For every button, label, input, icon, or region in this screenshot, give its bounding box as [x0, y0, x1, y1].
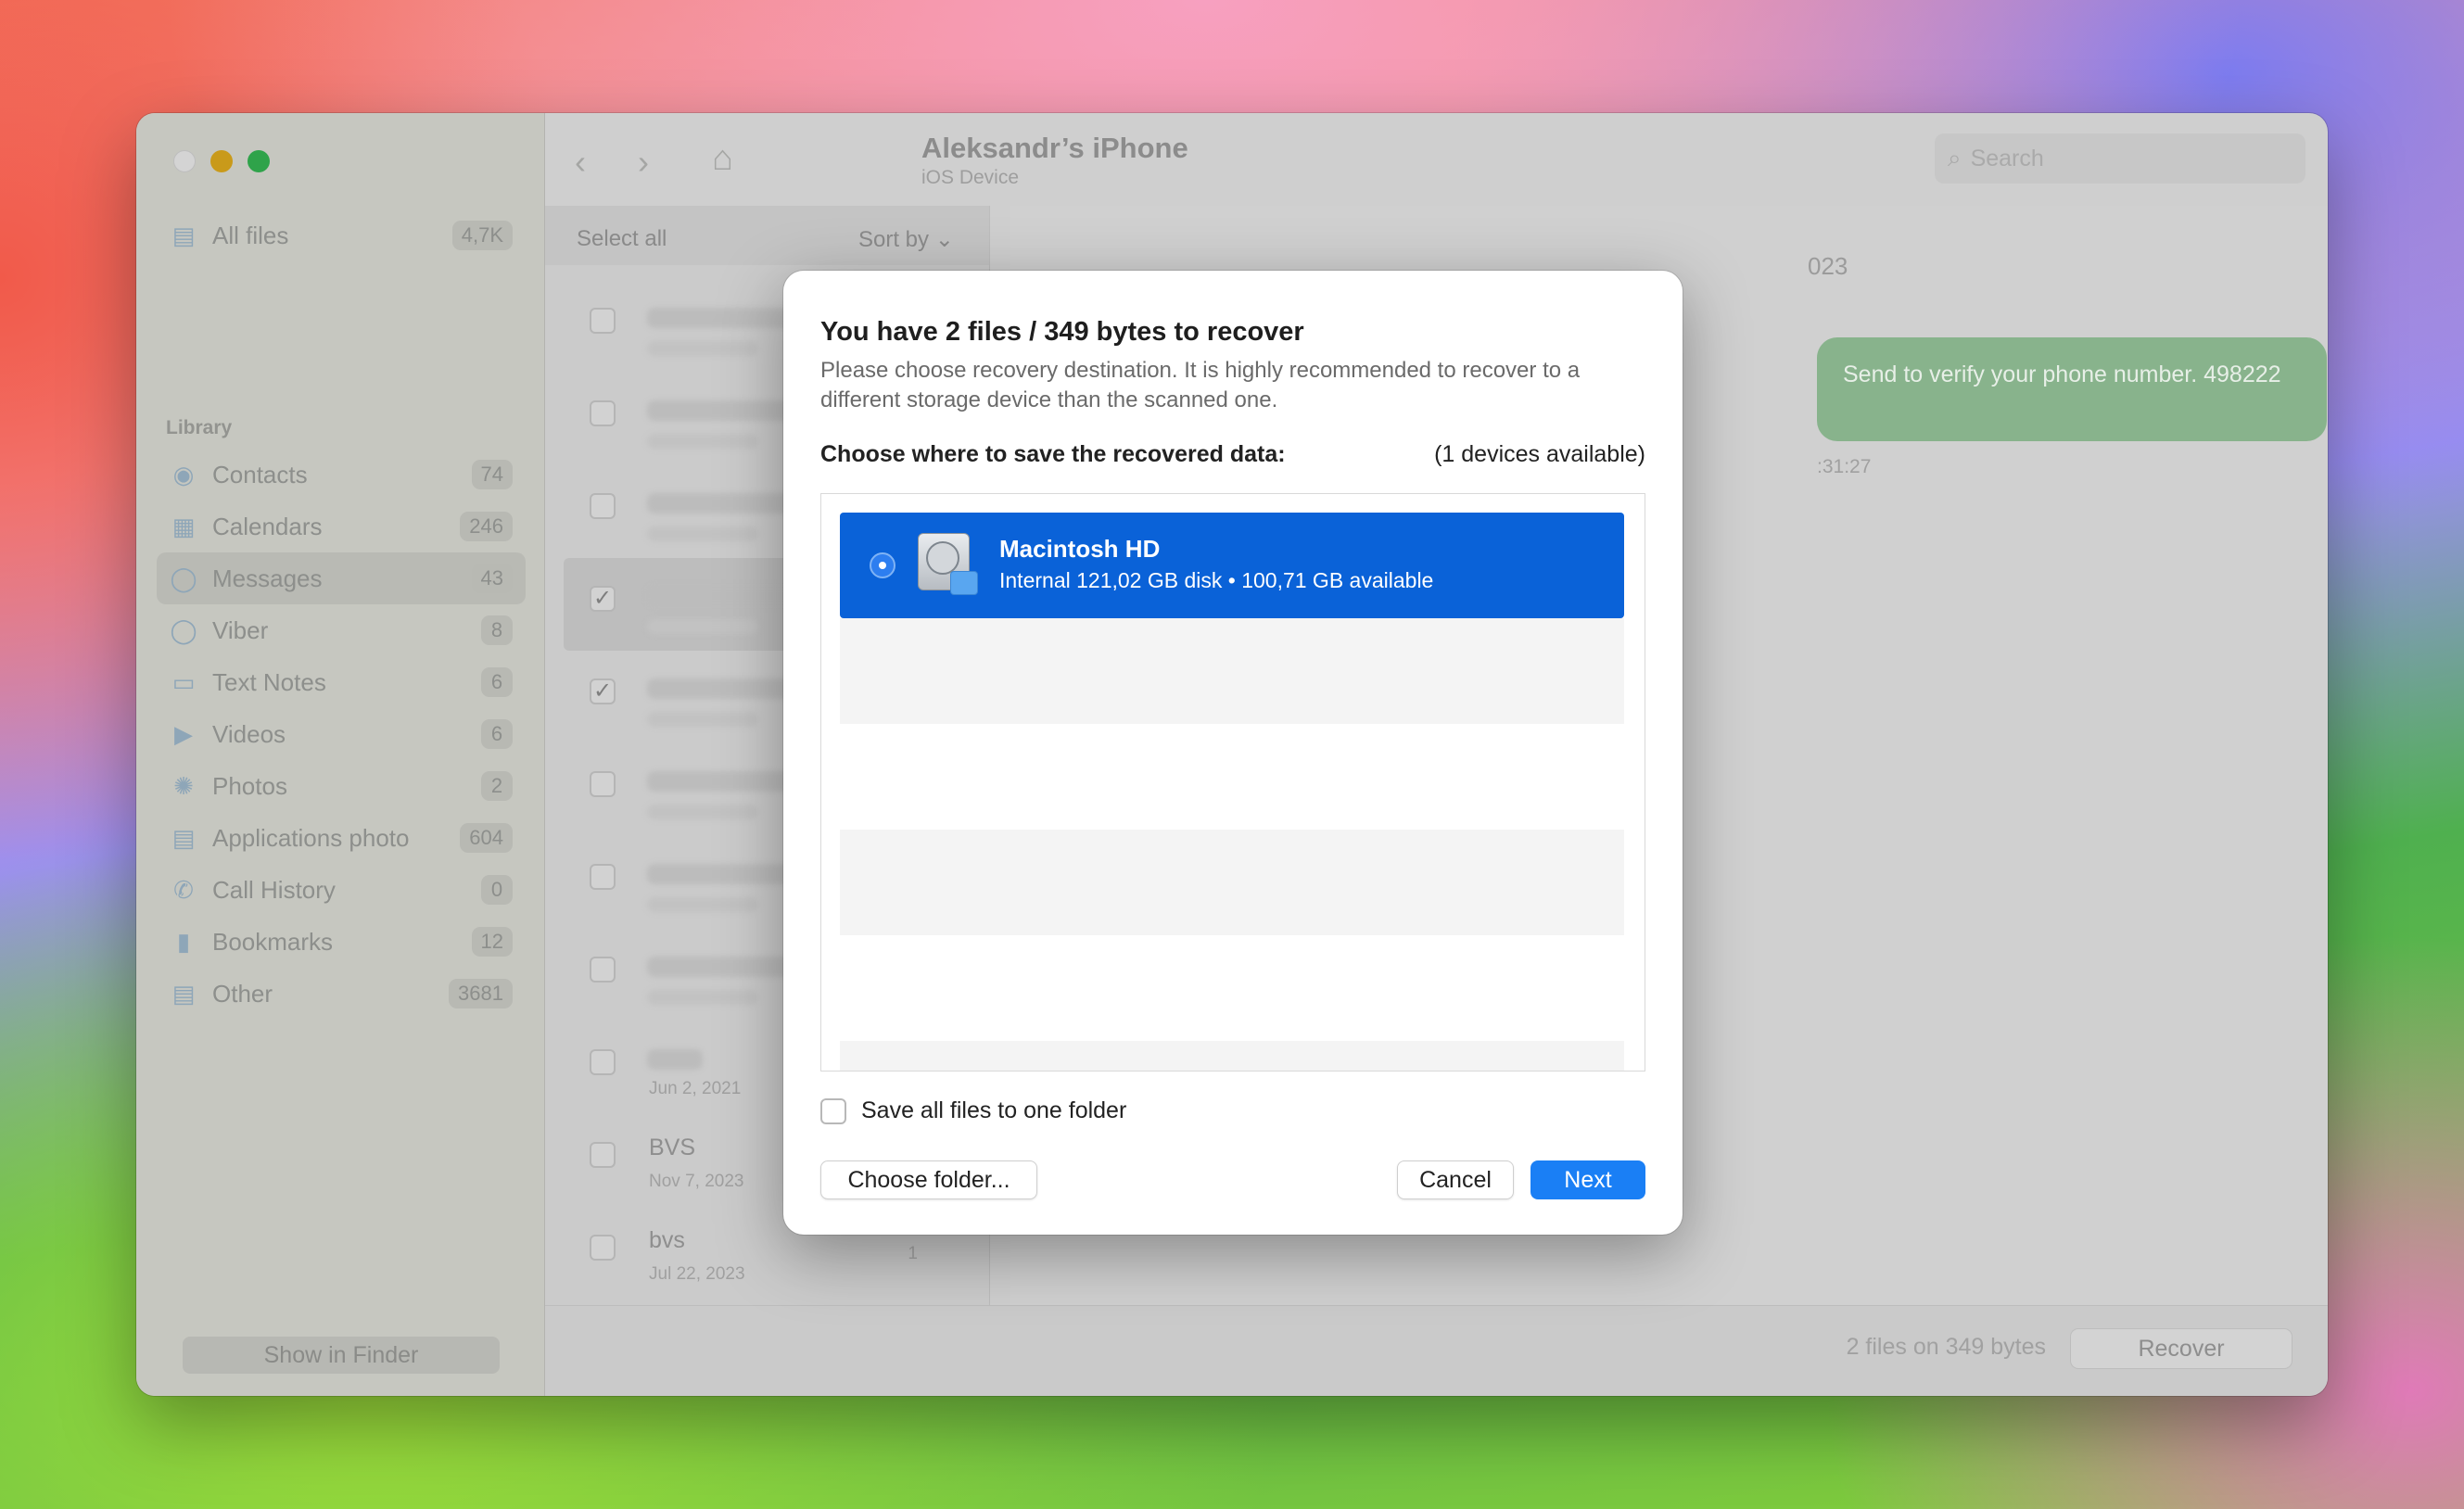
blurred-name [647, 864, 795, 884]
search-placeholder: Search [1970, 145, 2044, 171]
empty-device-slot [840, 1041, 1624, 1071]
list-header: Select all Sort by ⌄ [545, 206, 989, 265]
hard-disk-icon [918, 533, 978, 595]
files-summary: 2 files on 349 bytes [1846, 1334, 2046, 1360]
empty-device-slot [840, 830, 1624, 935]
maximize-window-button[interactable] [248, 150, 270, 172]
conversation-date: 023 [1808, 252, 1848, 280]
files-icon: ▤ [171, 221, 196, 249]
blurred-date [647, 434, 758, 449]
sidebar-item-text-notes[interactable]: ▭ Text Notes 6 [157, 656, 526, 708]
row-checkbox[interactable] [590, 400, 616, 426]
row-checkbox[interactable] [590, 1235, 616, 1261]
sidebar-item-contacts[interactable]: ◉ Contacts 74 [157, 449, 526, 501]
sidebar-item-calendars[interactable]: ▦ Calendars 246 [157, 501, 526, 552]
row-checkbox-checked[interactable]: ✓ [590, 586, 616, 612]
blurred-date [647, 990, 758, 1005]
blurred-name [647, 678, 795, 699]
footer-bar: 2 files on 349 bytes Recover [545, 1305, 2328, 1396]
blurred-date [647, 712, 758, 727]
search-input[interactable]: ⌕ Search [1935, 133, 2305, 184]
device-title: Aleksandr’s iPhone [921, 132, 1188, 164]
search-icon: ⌕ [1948, 144, 1962, 171]
close-window-button[interactable] [173, 150, 196, 172]
blurred-name [647, 586, 795, 606]
forward-arrow-icon[interactable]: › [638, 143, 649, 182]
phone-icon: ✆ [173, 875, 194, 904]
calendar-icon: ▦ [171, 512, 196, 540]
contacts-icon: ◉ [172, 460, 195, 488]
next-button[interactable]: Next [1530, 1160, 1645, 1199]
blurred-date [647, 526, 758, 541]
bookmark-icon: ▮ [176, 927, 191, 956]
blurred-date [647, 619, 758, 634]
sidebar-item-bookmarks[interactable]: ▮ Bookmarks 12 [157, 916, 526, 968]
toolbar: ‹ › ⌂ Aleksandr’s iPhone iOS Device ⌕ Se… [545, 113, 2328, 206]
device-subtitle: iOS Device [921, 167, 1020, 188]
device-list: Macintosh HD Internal 121,02 GB disk • 1… [820, 493, 1645, 1072]
device-item-macintosh-hd[interactable]: Macintosh HD Internal 121,02 GB disk • 1… [840, 513, 1624, 618]
chevron-down-icon: ⌄ [934, 227, 954, 252]
row-checkbox[interactable] [590, 308, 616, 334]
sidebar-item-videos[interactable]: ▶ Videos 6 [157, 708, 526, 760]
row-checkbox-checked[interactable]: ✓ [590, 678, 616, 704]
row-checkbox[interactable] [590, 957, 616, 983]
app-photo-icon: ▤ [171, 823, 196, 852]
window-controls [173, 150, 270, 172]
devices-available-label: (1 devices available) [1434, 441, 1645, 467]
other-icon: ▤ [171, 979, 196, 1008]
device-name: Macintosh HD [999, 535, 1161, 563]
blurred-name [647, 308, 795, 328]
sidebar-item-other[interactable]: ▤ Other 3681 [157, 968, 526, 1020]
sidebar: ▤ All files 4,7K Library ◉ Contacts 74 ▦… [136, 113, 545, 1396]
sidebar-item-photos[interactable]: ✺ Photos 2 [157, 760, 526, 812]
video-icon: ▶ [174, 719, 193, 748]
sidebar-item-viber[interactable]: ◯ Viber 8 [157, 604, 526, 656]
blurred-name [647, 957, 795, 977]
checkbox[interactable] [820, 1097, 846, 1124]
recover-button[interactable]: Recover [2070, 1328, 2293, 1369]
blurred-date [647, 805, 758, 819]
dialog-title: You have 2 files / 349 bytes to recover [820, 317, 1304, 347]
row-checkbox[interactable] [590, 1142, 616, 1168]
sidebar-section-library: Library [166, 417, 233, 438]
dialog-description: Please choose recovery destination. It i… [820, 358, 1581, 412]
sidebar-item-messages[interactable]: ◯ Messages 43 [157, 552, 526, 604]
back-arrow-icon[interactable]: ‹ [575, 143, 586, 182]
sort-by-button[interactable]: Sort by ⌄ [858, 226, 954, 253]
cancel-button[interactable]: Cancel [1397, 1160, 1514, 1199]
empty-device-slot [840, 618, 1624, 724]
row-checkbox[interactable] [590, 1049, 616, 1075]
blurred-name [647, 400, 795, 421]
notes-icon: ▭ [171, 667, 196, 696]
row-checkbox[interactable] [590, 493, 616, 519]
home-icon[interactable]: ⌂ [712, 139, 733, 179]
sidebar-item-applications-photo[interactable]: ▤ Applications photo 604 [157, 812, 526, 864]
message-bubble: Send to verify your phone number. 498222 [1817, 337, 2327, 441]
blurred-name [647, 493, 795, 514]
blurred-date [647, 341, 758, 356]
message-time: :31:27 [1817, 456, 1872, 477]
device-info: Internal 121,02 GB disk • 100,71 GB avai… [999, 568, 1434, 592]
viber-icon: ◯ [170, 615, 197, 644]
row-checkbox[interactable] [590, 864, 616, 890]
minimize-window-button[interactable] [210, 150, 233, 172]
save-one-folder-checkbox[interactable]: Save all files to one folder [820, 1097, 1126, 1124]
device-radio-selected[interactable] [870, 552, 895, 578]
recovery-dialog: You have 2 files / 349 bytes to recover … [783, 271, 1683, 1235]
blurred-name [647, 1049, 703, 1070]
select-all-button[interactable]: Select all [577, 226, 667, 252]
choose-folder-button[interactable]: Choose folder... [820, 1160, 1037, 1199]
message-icon: ◯ [170, 564, 197, 592]
photos-icon: ✺ [173, 771, 194, 800]
blurred-date [647, 897, 758, 912]
choose-destination-label: Choose where to save the recovered data: [820, 441, 1286, 467]
show-in-finder-button[interactable]: Show in Finder [183, 1337, 500, 1374]
row-checkbox[interactable] [590, 771, 616, 797]
sidebar-item-all-files[interactable]: ▤ All files 4,7K [157, 209, 526, 261]
blurred-name [647, 771, 795, 792]
sidebar-item-call-history[interactable]: ✆ Call History 0 [157, 864, 526, 916]
